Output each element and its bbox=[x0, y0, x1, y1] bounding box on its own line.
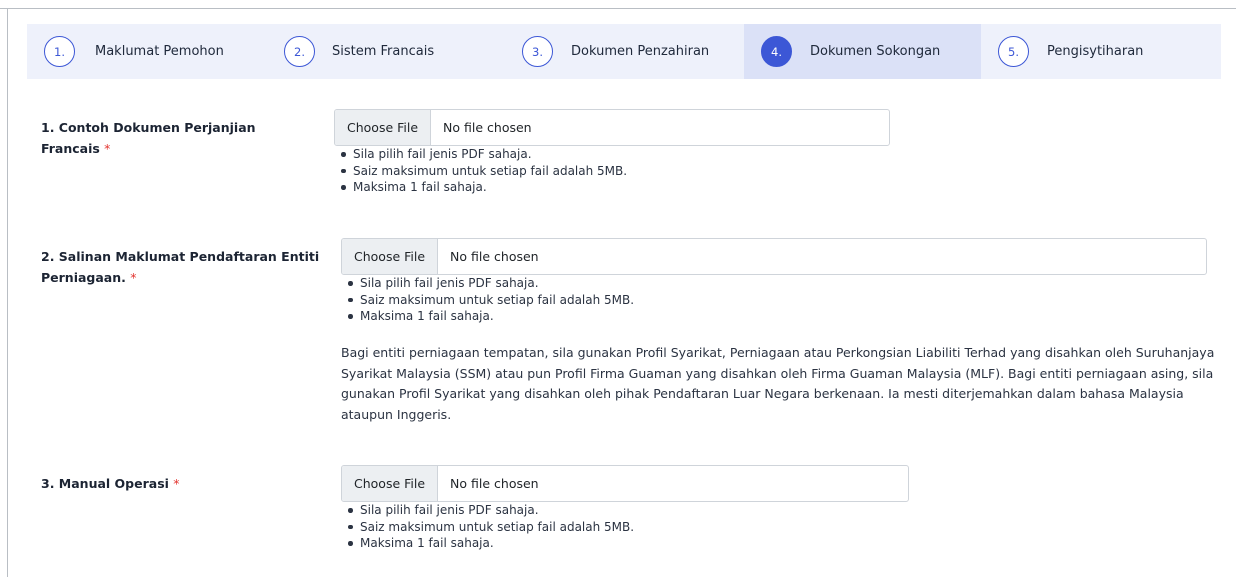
file-status-text: No file chosen bbox=[450, 249, 539, 264]
step-label: Dokumen Sokongan bbox=[810, 44, 941, 59]
hint-item: Saiz maksimum untuk setiap fail adalah 5… bbox=[338, 163, 627, 180]
required-marker: * bbox=[173, 476, 180, 491]
step-dokumen-sokongan[interactable]: 4. Dokumen Sokongan bbox=[744, 24, 981, 79]
file-hints-list: Sila pilih fail jenis PDF sahaja. Saiz m… bbox=[338, 146, 627, 196]
hint-item: Maksima 1 fail sahaja. bbox=[345, 535, 634, 552]
step-number: 3. bbox=[522, 36, 553, 67]
step-number: 1. bbox=[44, 36, 75, 67]
field-label-pendaftaran-entiti: 2. Salinan Maklumat Pendaftaran Entiti P… bbox=[41, 246, 321, 288]
step-sistem-francais[interactable]: 2. Sistem Francais bbox=[269, 24, 505, 79]
file-status-text: No file chosen bbox=[443, 120, 532, 135]
step-label: Dokumen Penzahiran bbox=[571, 44, 710, 59]
hint-item: Maksima 1 fail sahaja. bbox=[338, 179, 627, 196]
field-label-text: 1. Contoh Dokumen Perjanjian Francais bbox=[41, 120, 256, 156]
hint-item: Saiz maksimum untuk setiap fail adalah 5… bbox=[345, 292, 634, 309]
step-pengisytiharan[interactable]: 5. Pengisytiharan bbox=[981, 24, 1221, 79]
step-dokumen-penzahiran[interactable]: 3. Dokumen Penzahiran bbox=[505, 24, 744, 79]
hint-item: Maksima 1 fail sahaja. bbox=[345, 308, 634, 325]
hint-item: Saiz maksimum untuk setiap fail adalah 5… bbox=[345, 519, 634, 536]
file-hints-list: Sila pilih fail jenis PDF sahaja. Saiz m… bbox=[345, 502, 634, 552]
step-label: Maklumat Pemohon bbox=[95, 44, 224, 59]
step-maklumat-pemohon[interactable]: 1. Maklumat Pemohon bbox=[27, 24, 269, 79]
file-input-perjanjian-francais[interactable]: Choose File No file chosen bbox=[334, 109, 890, 146]
choose-file-button[interactable]: Choose File bbox=[335, 110, 432, 145]
file-hints-list: Sila pilih fail jenis PDF sahaja. Saiz m… bbox=[345, 275, 634, 325]
file-input-pendaftaran-entiti[interactable]: Choose File No file chosen bbox=[341, 238, 1207, 275]
entity-document-note: Bagi entiti perniagaan tempatan, sila gu… bbox=[341, 345, 1215, 422]
required-marker: * bbox=[104, 141, 111, 156]
field-label-manual-operasi: 3. Manual Operasi * bbox=[41, 473, 301, 494]
step-number: 2. bbox=[284, 36, 315, 67]
hint-item: Sila pilih fail jenis PDF sahaja. bbox=[345, 275, 634, 292]
step-label: Pengisytiharan bbox=[1047, 44, 1144, 59]
step-number: 4. bbox=[761, 36, 792, 67]
field-label-text: 3. Manual Operasi bbox=[41, 476, 169, 491]
frame-top-border bbox=[0, 0, 1236, 9]
frame-left-border bbox=[7, 9, 8, 577]
form-stepper: 1. Maklumat Pemohon 2. Sistem Francais 3… bbox=[27, 24, 1221, 79]
hint-item: Sila pilih fail jenis PDF sahaja. bbox=[338, 146, 627, 163]
hint-item: Sila pilih fail jenis PDF sahaja. bbox=[345, 502, 634, 519]
choose-file-button[interactable]: Choose File bbox=[342, 239, 439, 274]
step-number: 5. bbox=[998, 36, 1029, 67]
field-label-perjanjian-francais: 1. Contoh Dokumen Perjanjian Francais * bbox=[41, 117, 271, 159]
required-marker: * bbox=[130, 270, 137, 285]
file-input-manual-operasi[interactable]: Choose File No file chosen bbox=[341, 465, 909, 502]
field-label-text: 2. Salinan Maklumat Pendaftaran Entiti P… bbox=[41, 249, 320, 285]
step-label: Sistem Francais bbox=[332, 44, 435, 59]
choose-file-button[interactable]: Choose File bbox=[342, 466, 439, 501]
file-status-text: No file chosen bbox=[450, 476, 539, 491]
